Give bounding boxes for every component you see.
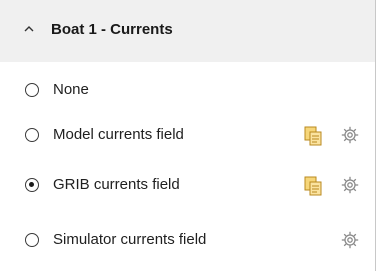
option-model-currents[interactable]: Model currents field <box>0 119 375 153</box>
gear-icon[interactable] <box>341 231 359 249</box>
option-grib-currents[interactable]: GRIB currents field <box>0 169 375 203</box>
currents-panel: Boat 1 - Currents None Model currents fi… <box>0 0 376 271</box>
gear-icon[interactable] <box>341 176 359 194</box>
option-label: None <box>53 81 89 98</box>
option-label: Model currents field <box>53 126 184 143</box>
radio-grib-currents[interactable] <box>25 178 39 192</box>
chevron-up-icon[interactable] <box>23 23 35 35</box>
panel-title: Boat 1 - Currents <box>51 21 173 38</box>
radio-none[interactable] <box>25 83 39 97</box>
option-label: Simulator currents field <box>53 231 207 248</box>
radio-simulator-currents[interactable] <box>25 233 39 247</box>
files-icon[interactable] <box>304 126 322 146</box>
option-simulator-currents[interactable]: Simulator currents field <box>0 224 375 258</box>
option-none[interactable]: None <box>0 74 375 108</box>
gear-icon[interactable] <box>341 126 359 144</box>
files-icon[interactable] <box>304 176 322 196</box>
option-label: GRIB currents field <box>53 176 180 193</box>
radio-model-currents[interactable] <box>25 128 39 142</box>
panel-header[interactable]: Boat 1 - Currents <box>0 0 375 62</box>
